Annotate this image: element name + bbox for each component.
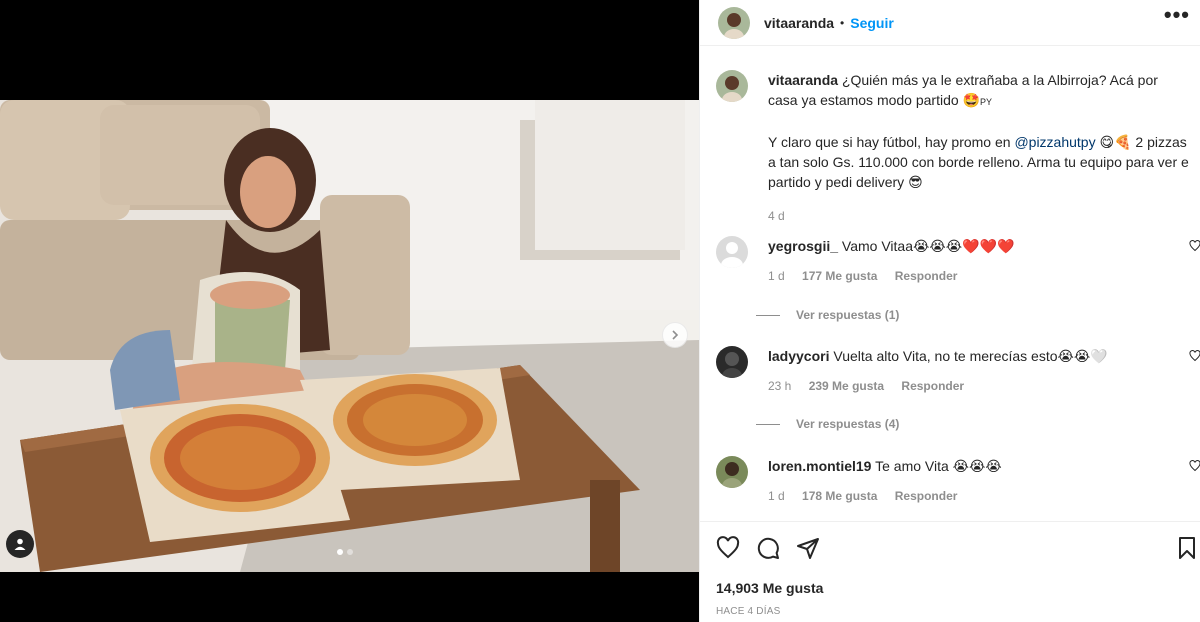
comment-text: Vuelta alto Vita, no te merecías esto😭😭🤍: [833, 348, 1108, 364]
comment-body: yegrosgii_ Vamo Vitaa😭😭😭❤️❤️❤️: [768, 236, 1189, 256]
carousel-dots: [337, 549, 353, 555]
comment-text: Vamo Vitaa😭😭😭❤️❤️❤️: [841, 238, 1015, 254]
avatar[interactable]: [716, 70, 748, 102]
comment-icon[interactable]: [756, 536, 780, 560]
heart-icon[interactable]: [1189, 350, 1200, 362]
share-icon[interactable]: [796, 536, 820, 560]
next-image-button[interactable]: [662, 322, 688, 348]
replies-line: [756, 423, 780, 425]
post-date[interactable]: HACE 4 DÍAS: [716, 606, 780, 617]
instagram-post-view: vitaaranda • Seguir ••• vitaaranda ¿Quié…: [0, 0, 1200, 622]
chevron-right-icon: [672, 330, 679, 340]
heart-icon[interactable]: [1189, 460, 1200, 472]
view-replies-button[interactable]: Ver respuestas (1): [756, 308, 899, 322]
follow-button[interactable]: Seguir: [850, 15, 894, 31]
user-tag-icon: [14, 538, 26, 550]
comment-body: loren.montiel19 Te amo Vita 😭😭😭: [768, 456, 1189, 476]
comment-time[interactable]: 23 h: [768, 379, 791, 393]
comment-likes[interactable]: 177 Me gusta: [802, 269, 877, 283]
comment-text: Te amo Vita 😭😭😭: [875, 458, 1002, 474]
avatar[interactable]: [718, 6, 750, 39]
post-header: vitaaranda • Seguir •••: [700, 0, 1200, 46]
view-replies-label[interactable]: Ver respuestas (4): [796, 417, 899, 431]
bookmark-icon[interactable]: [1175, 536, 1199, 560]
caption-username[interactable]: vitaaranda: [768, 72, 838, 88]
comment-username[interactable]: loren.montiel19: [768, 458, 871, 474]
replies-line: [756, 314, 780, 316]
reply-button[interactable]: Responder: [895, 269, 958, 283]
comment-item: yegrosgii_ Vamo Vitaa😭😭😭❤️❤️❤️ 1 d 177 M…: [716, 236, 1200, 296]
comment-username[interactable]: ladyycori: [768, 348, 829, 364]
action-icons: [716, 536, 820, 560]
comment-meta: 1 d 177 Me gusta Responder: [768, 266, 1189, 286]
caption-body-2: Y claro que si hay fútbol, hay promo en …: [768, 132, 1189, 192]
heart-icon[interactable]: [1189, 240, 1200, 252]
likes-count[interactable]: 14,903 Me gusta: [716, 580, 823, 596]
flag-label: PY: [979, 97, 992, 107]
comment-likes[interactable]: 178 Me gusta: [802, 489, 877, 503]
post-side-panel: vitaaranda • Seguir ••• vitaaranda ¿Quié…: [699, 0, 1200, 622]
comment-body: ladyycori Vuelta alto Vita, no te merecí…: [768, 346, 1189, 366]
avatar[interactable]: [716, 456, 748, 488]
comment-time[interactable]: 1 d: [768, 489, 785, 503]
avatar[interactable]: [716, 346, 748, 378]
caption-body: vitaaranda ¿Quién más ya le extrañaba a …: [768, 70, 1189, 112]
header-separator: •: [840, 15, 845, 30]
comment-item: loren.montiel19 Te amo Vita 😭😭😭 1 d 178 …: [716, 456, 1200, 516]
reply-button[interactable]: Responder: [895, 489, 958, 503]
caption-line2a: Y claro que si hay fútbol, hay promo en: [768, 134, 1015, 150]
comment-likes[interactable]: 239 Me gusta: [809, 379, 884, 393]
reply-button[interactable]: Responder: [901, 379, 964, 393]
media-panel: [0, 0, 699, 622]
carousel-dot: [347, 549, 353, 555]
comment-meta: 1 d 178 Me gusta Responder: [768, 486, 1189, 506]
view-replies-label[interactable]: Ver respuestas (1): [796, 308, 899, 322]
header-username[interactable]: vitaaranda: [764, 15, 834, 31]
caption-meta: 4 d: [768, 206, 1189, 226]
user-tag-button[interactable]: [6, 530, 34, 558]
caption-time[interactable]: 4 d: [768, 209, 785, 223]
post-photo[interactable]: [0, 100, 699, 572]
mention-link[interactable]: @pizzahutpy: [1014, 134, 1095, 150]
comment-username[interactable]: yegrosgii_: [768, 238, 838, 254]
heart-icon[interactable]: [716, 536, 740, 560]
comments-list: vitaaranda ¿Quién más ya le extrañaba a …: [700, 60, 1200, 520]
view-replies-button[interactable]: Ver respuestas (4): [756, 417, 899, 431]
post-actions: 14,903 Me gusta HACE 4 DÍAS: [700, 521, 1200, 622]
more-options-button[interactable]: •••: [1164, 2, 1190, 28]
comment-meta: 23 h 239 Me gusta Responder: [768, 376, 1189, 396]
avatar[interactable]: [716, 236, 748, 268]
comment-item: ladyycori Vuelta alto Vita, no te merecí…: [716, 346, 1200, 406]
caption: vitaaranda ¿Quién más ya le extrañaba a …: [716, 70, 1200, 223]
comment-time[interactable]: 1 d: [768, 269, 785, 283]
carousel-dot-active: [337, 549, 343, 555]
